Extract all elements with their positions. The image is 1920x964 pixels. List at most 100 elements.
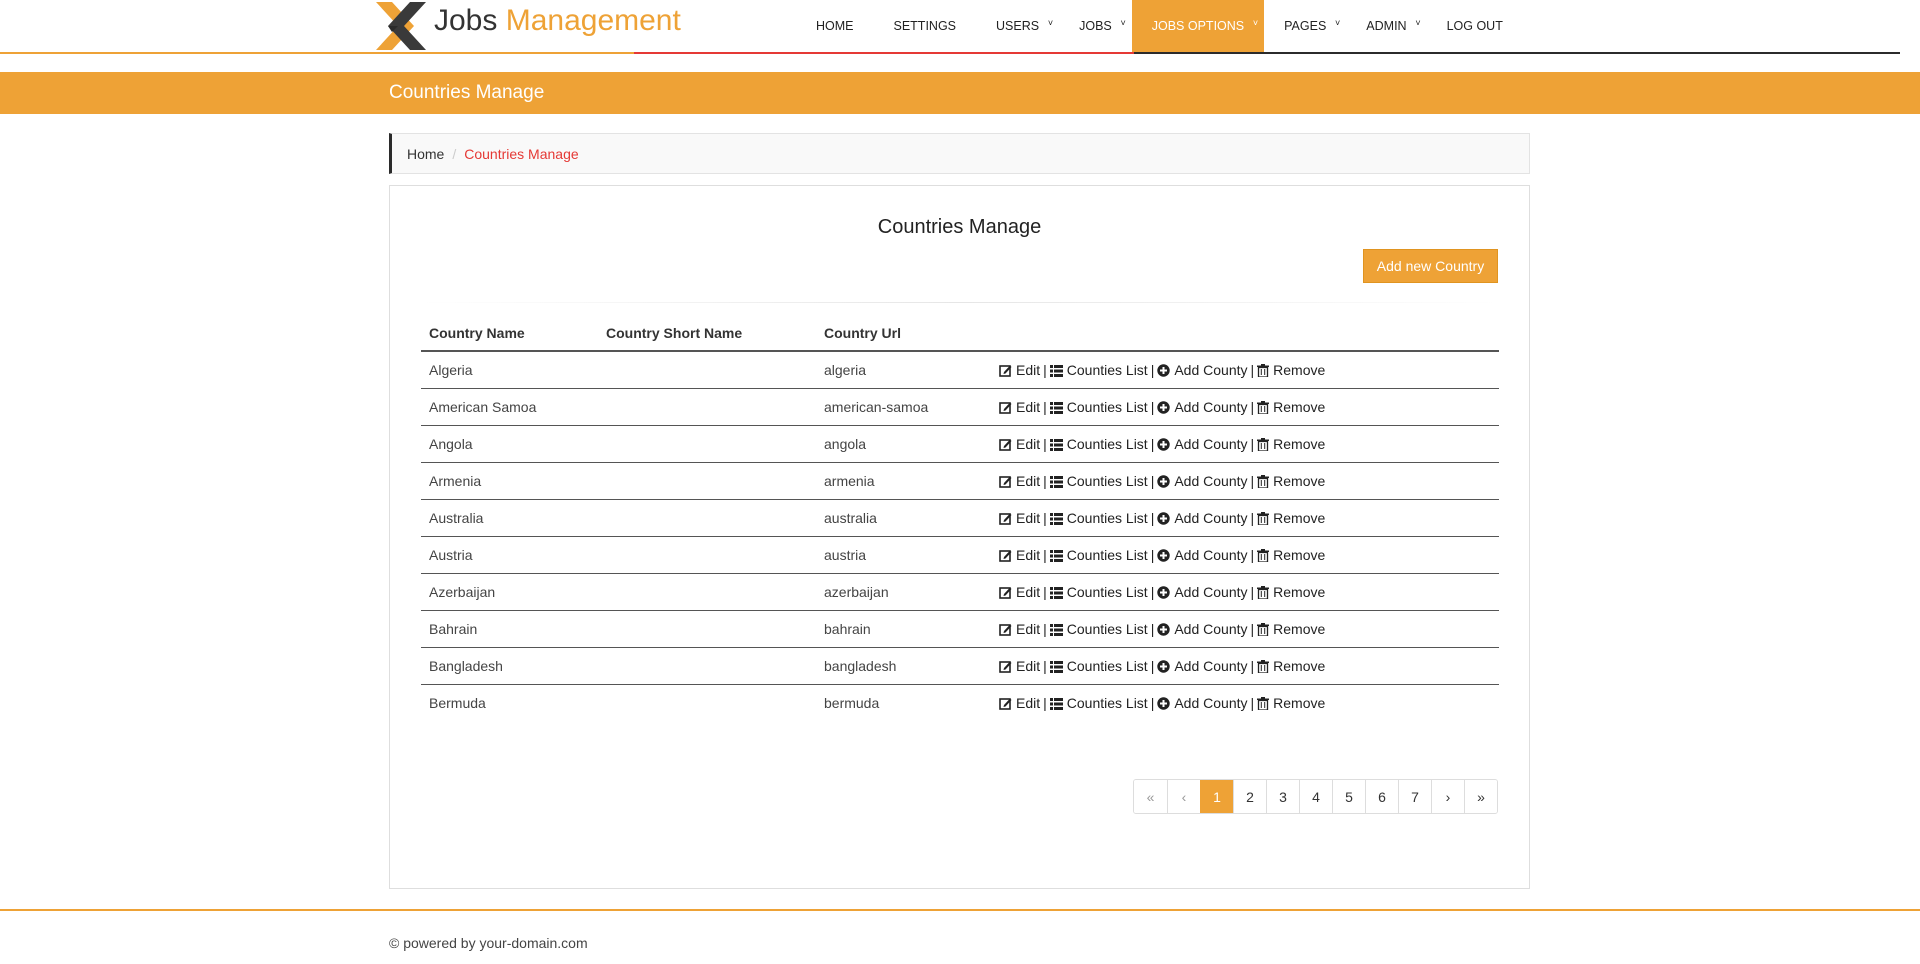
country-name-cell: American Samoa [421,388,598,426]
page-5[interactable]: 5 [1332,780,1365,813]
nav-settings[interactable]: SETTINGS [874,0,977,52]
counties-list-link[interactable]: Counties List [1049,510,1148,526]
edit-link[interactable]: Edit [999,362,1040,378]
counties-list-link[interactable]: Counties List [1049,399,1148,415]
counties-list-link[interactable]: Counties List [1049,694,1148,711]
counties-list-link[interactable]: Counties List [1049,658,1148,674]
page-4[interactable]: 4 [1299,780,1332,813]
trash-icon [1257,547,1273,563]
remove-label: Remove [1273,472,1326,489]
plus-circle-icon [1157,547,1174,563]
remove-link[interactable]: Remove [1257,547,1325,563]
add-county-link[interactable]: Add County [1157,546,1248,563]
table-row: Algeria algeria Edit | Counties List | Add Cou… [421,351,1499,389]
counties-list-link[interactable]: Counties List [1049,362,1148,378]
remove-link[interactable]: Remove [1257,695,1325,711]
edit-link[interactable]: Edit [999,621,1040,637]
nav-logout-label: LOG OUT [1446,19,1503,33]
edit-link[interactable]: Edit [999,695,1040,711]
edit-label: Edit [1016,694,1041,711]
nav-pages[interactable]: PAGES ˅ [1264,0,1346,52]
counties-list-link[interactable]: Counties List [1049,621,1148,637]
edit-link[interactable]: Edit [999,436,1040,452]
actions-cell: Edit | Counties List | Add County | Remove [991,647,1499,685]
edit-label: Edit [1016,435,1041,452]
add-county-link[interactable]: Add County [1157,621,1248,637]
add-county-link[interactable]: Add County [1157,472,1248,489]
edit-link[interactable]: Edit [999,510,1040,526]
country-short-name-cell [598,610,816,648]
action-separator: | [1150,361,1155,378]
remove-link[interactable]: Remove [1257,399,1325,415]
nav-home[interactable]: HOME [796,0,874,52]
page-last[interactable]: » [1464,780,1497,813]
edit-link[interactable]: Edit [999,399,1040,415]
list-icon [1049,584,1067,600]
add-county-link[interactable]: Add County [1157,695,1248,711]
logo-word-management: Management [505,4,681,37]
add-county-link[interactable]: Add County [1157,584,1248,600]
logo-x-icon [376,2,426,50]
add-county-label: Add County [1174,472,1248,489]
country-url-cell: algeria [816,351,991,389]
edit-icon [999,658,1016,674]
edit-link[interactable]: Edit [999,584,1040,600]
remove-link[interactable]: Remove [1257,473,1325,489]
trash-icon [1257,473,1273,489]
trash-icon [1257,621,1273,637]
country-name-cell: Algeria [421,351,598,389]
table-row: Bangladesh bangladesh Edit | Counties List | A… [421,647,1499,685]
counties-list-label: Counties List [1066,694,1148,711]
remove-link[interactable]: Remove [1257,510,1325,526]
remove-link[interactable]: Remove [1257,362,1325,378]
page-7[interactable]: 7 [1398,780,1431,813]
page-first[interactable]: « [1134,780,1167,813]
table-row: American Samoa american-samoa Edit | Countie… [421,388,1499,426]
logo[interactable]: Jobs Management [374,0,684,52]
remove-link[interactable]: Remove [1257,436,1325,452]
page-6[interactable]: 6 [1365,780,1398,813]
add-county-link[interactable]: Add County [1157,510,1248,526]
add-new-country-button[interactable]: Add new Country [1363,249,1498,283]
add-county-link[interactable]: Add County [1157,658,1248,674]
edit-link[interactable]: Edit [999,658,1040,674]
list-icon [1049,658,1067,674]
edit-label: Edit [1016,509,1041,526]
counties-list-link[interactable]: Counties List [1049,584,1148,600]
action-separator: | [1250,657,1255,674]
breadcrumb-home-link[interactable]: Home [407,146,444,162]
page-next[interactable]: › [1431,780,1464,813]
nav-jobs[interactable]: JOBS ˅ [1059,0,1132,52]
trash-icon [1257,658,1273,674]
page-1[interactable]: 1 [1200,780,1233,813]
action-separator: | [1250,620,1255,637]
counties-list-link[interactable]: Counties List [1049,547,1148,563]
nav-logout[interactable]: LOG OUT [1427,0,1523,52]
action-separator: | [1043,694,1047,711]
add-county-link[interactable]: Add County [1157,362,1248,378]
counties-list-link[interactable]: Counties List [1049,473,1148,489]
remove-label: Remove [1273,694,1326,711]
remove-link[interactable]: Remove [1257,584,1325,600]
remove-link[interactable]: Remove [1257,658,1325,674]
edit-link[interactable]: Edit [999,473,1040,489]
page-3[interactable]: 3 [1266,780,1299,813]
header-divider [0,52,634,54]
action-separator: | [1250,546,1255,563]
nav-admin[interactable]: ADMIN ˅ [1346,0,1426,52]
add-county-label: Add County [1174,546,1248,563]
add-county-link[interactable]: Add County [1157,436,1248,452]
edit-icon [999,695,1016,711]
edit-link[interactable]: Edit [999,547,1040,563]
edit-label: Edit [1016,398,1041,415]
remove-link[interactable]: Remove [1257,621,1325,637]
nav-admin-label: ADMIN [1366,19,1407,33]
add-county-link[interactable]: Add County [1157,399,1248,415]
plus-circle-icon [1157,399,1174,415]
action-separator: | [1150,620,1155,637]
nav-jobs-options[interactable]: JOBS OPTIONS ˅ [1131,0,1265,52]
counties-list-link[interactable]: Counties List [1049,436,1148,452]
nav-users[interactable]: USERS ˅ [976,0,1059,52]
page-2[interactable]: 2 [1233,780,1266,813]
page-prev[interactable]: ‹ [1167,780,1200,813]
